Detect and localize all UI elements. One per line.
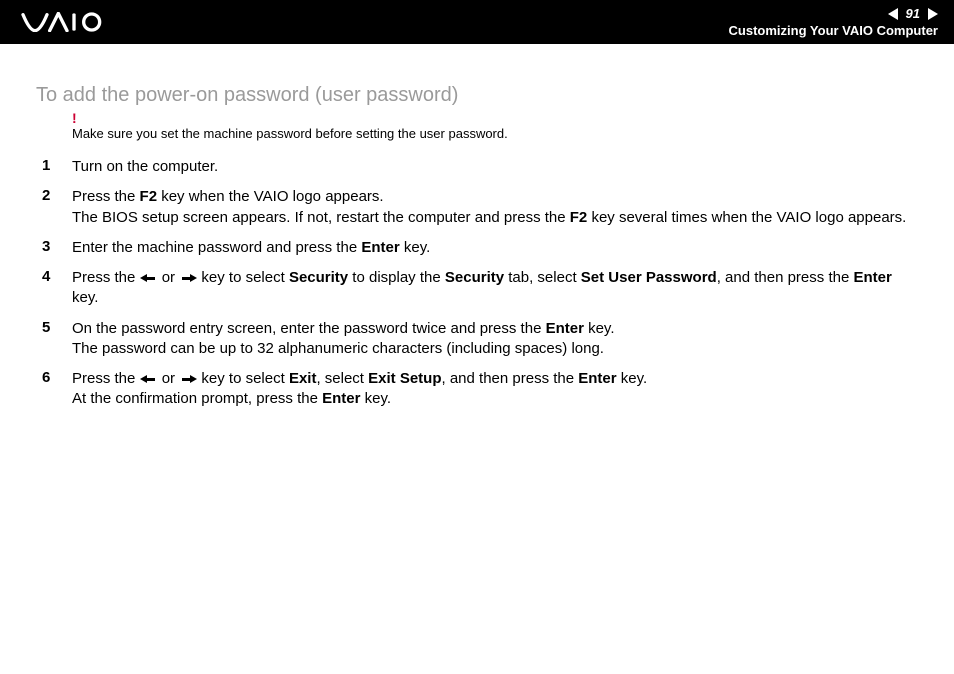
step-body: Enter the machine password and press the…	[72, 238, 918, 258]
page-number: 91	[906, 6, 920, 21]
bold-text: Enter	[322, 390, 360, 407]
arrow-right-icon	[179, 369, 197, 389]
step-row: 3Enter the machine password and press th…	[36, 238, 918, 258]
step-number: 4	[36, 268, 72, 285]
nav-prev-icon[interactable]	[888, 8, 898, 20]
vaio-logo	[20, 12, 130, 32]
arrow-left-icon	[140, 268, 158, 288]
step-row: 4Press the or key to select Security to …	[36, 268, 918, 309]
page-nav: 91	[888, 6, 938, 21]
step-number: 2	[36, 187, 72, 204]
step-row: 5On the password entry screen, enter the…	[36, 319, 918, 360]
bold-text: Security	[289, 269, 348, 286]
header-right: 91 Customizing Your VAIO Computer	[729, 6, 938, 38]
step-row: 6Press the or key to select Exit, select…	[36, 369, 918, 410]
step-number: 3	[36, 238, 72, 255]
step-row: 1Turn on the computer.	[36, 157, 918, 177]
bold-text: Enter	[546, 320, 584, 337]
bold-text: F2	[140, 188, 158, 205]
step-number: 6	[36, 369, 72, 386]
warning-icon: !	[72, 111, 77, 125]
warning-note: ! Make sure you set the machine password…	[36, 125, 918, 143]
warning-text: Make sure you set the machine password b…	[72, 126, 508, 141]
bold-text: Exit Setup	[368, 370, 441, 387]
bold-text: Enter	[853, 269, 891, 286]
step-number: 1	[36, 157, 72, 174]
arrow-left-icon	[140, 369, 158, 389]
step-body: On the password entry screen, enter the …	[72, 319, 918, 360]
bold-text: Set User Password	[581, 269, 717, 286]
step-number: 5	[36, 319, 72, 336]
header-bar: 91 Customizing Your VAIO Computer	[0, 0, 954, 44]
steps-list: 1Turn on the computer.2Press the F2 key …	[36, 157, 918, 410]
section-title: Customizing Your VAIO Computer	[729, 23, 938, 38]
step-body: Turn on the computer.	[72, 157, 918, 177]
bold-text: Security	[445, 269, 504, 286]
step-body: Press the or key to select Exit, select …	[72, 369, 918, 410]
nav-next-icon[interactable]	[928, 8, 938, 20]
bold-text: Enter	[361, 239, 399, 256]
arrow-right-icon	[179, 268, 197, 288]
bold-text: Enter	[578, 370, 616, 387]
step-body: Press the or key to select Security to d…	[72, 268, 918, 309]
step-row: 2Press the F2 key when the VAIO logo app…	[36, 187, 918, 228]
page-heading: To add the power-on password (user passw…	[36, 84, 918, 107]
page-content: To add the power-on password (user passw…	[0, 44, 954, 440]
bold-text: Exit	[289, 370, 317, 387]
bold-text: F2	[570, 209, 588, 226]
step-body: Press the F2 key when the VAIO logo appe…	[72, 187, 918, 228]
